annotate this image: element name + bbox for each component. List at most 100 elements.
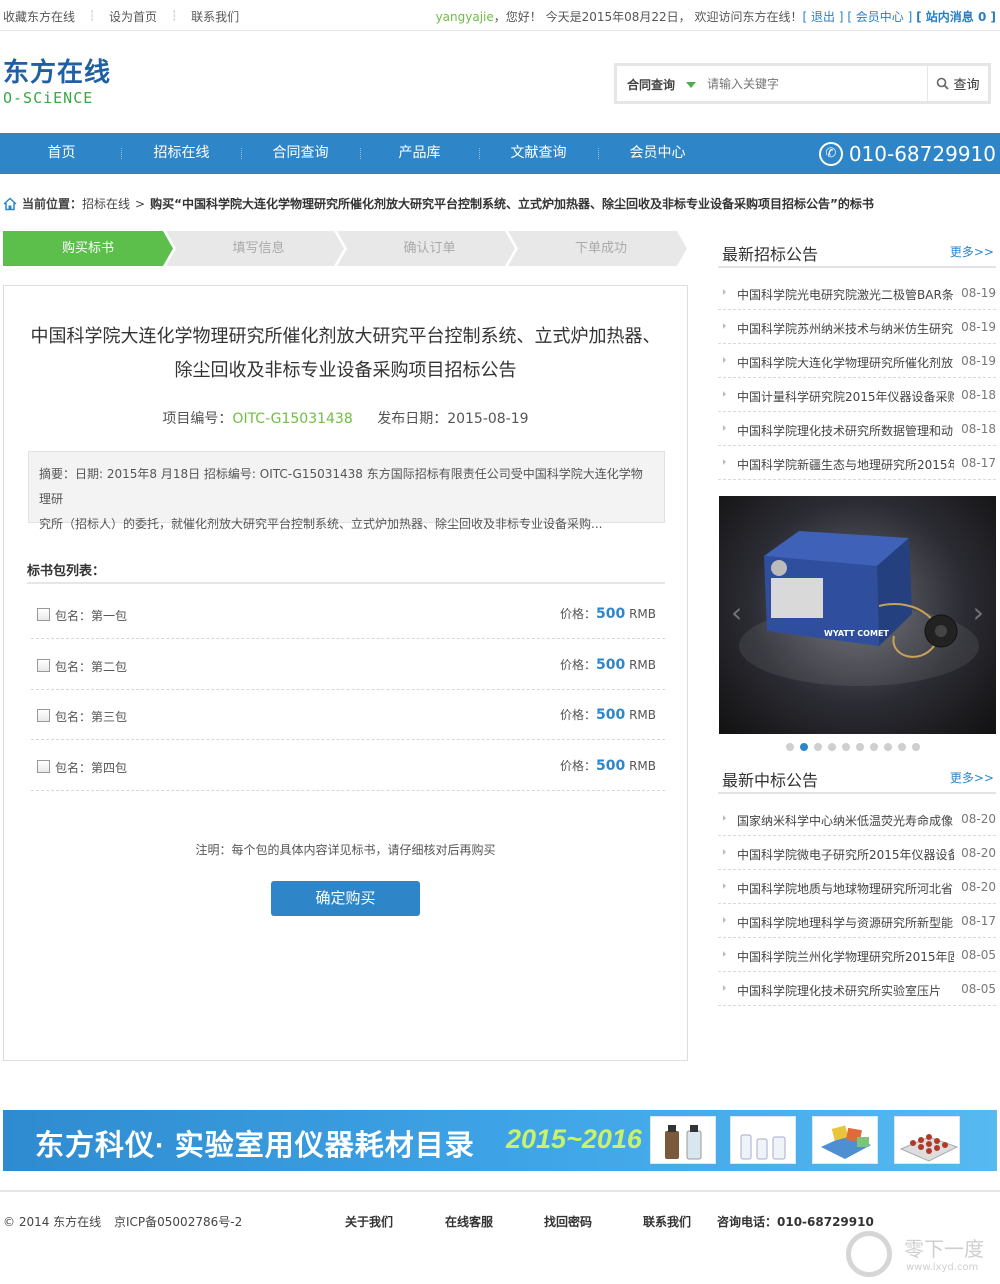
slider-dot[interactable]	[800, 743, 808, 751]
search-input[interactable]	[707, 74, 927, 94]
tender-date: 08-19	[961, 286, 996, 300]
award-date: 08-20	[961, 880, 996, 894]
package-checkbox[interactable]	[37, 760, 50, 773]
bullet-icon	[723, 985, 726, 991]
award-title: 国家纳米科学中心纳米低温荧光寿命成像	[737, 814, 954, 828]
package-name: 包名：第三包	[55, 710, 128, 724]
package-list-heading: 标书包列表：	[27, 564, 106, 579]
divider: ┆	[171, 11, 178, 22]
breadcrumb: 当前位置： 招标在线 > 购买“中国科学院大连化学物理研究所催化剂放大研究平台控…	[3, 195, 874, 212]
breadcrumb-label: 当前位置：	[22, 197, 83, 211]
chevron-down-icon[interactable]	[686, 82, 696, 88]
watermark-url: www.lxyd.com	[906, 1262, 979, 1273]
award-list-item[interactable]: 中国科学院地理科学与资源研究所新型能 08-17	[718, 904, 996, 938]
footer-hotline: 咨询电话：010-68729910	[717, 1215, 874, 1229]
tender-list-item[interactable]: 中国科学院苏州纳米技术与纳米仿生研究 08-19	[718, 310, 996, 344]
latest-tenders-more-link[interactable]: 更多>>	[950, 243, 994, 260]
breadcrumb-current: 购买“中国科学院大连化学物理研究所催化剂放大研究平台控制系统、立式炉加热器、除尘…	[150, 197, 874, 211]
site-logo[interactable]: 东方在线 O-SCiENCE	[3, 58, 143, 110]
project-code: OITC-G15031438	[232, 411, 353, 427]
package-name: 包名：第四包	[55, 761, 128, 775]
nav-item-contracts[interactable]: 合同查询	[241, 133, 360, 174]
greeting-text: ，您好！ 今天是2015年08月22日， 欢迎访问东方在线！	[493, 10, 803, 24]
tender-date: 08-18	[961, 422, 996, 436]
award-list-item[interactable]: 中国科学院地质与地球物理研究所河北省 08-20	[718, 870, 996, 904]
slider-dots	[786, 743, 920, 751]
tender-list-item[interactable]: 中国科学院理化技术研究所数据管理和动 08-18	[718, 412, 996, 446]
slider-dot[interactable]	[884, 743, 892, 751]
tender-title: 中国科学院理化技术研究所数据管理和动	[737, 424, 954, 438]
price-currency: RMB	[629, 708, 656, 722]
tender-title: 中国科学院苏州纳米技术与纳米仿生研究	[737, 322, 954, 336]
user-welcome: yangyajie，您好！ 今天是2015年08月22日， 欢迎访问东方在线！[…	[436, 8, 996, 25]
price-value: 500	[596, 606, 626, 622]
logo-cn: 东方在线	[3, 58, 112, 87]
product-slider[interactable]: WYATT COMET ‹ ›	[719, 496, 996, 734]
award-list-item[interactable]: 中国科学院理化技术研究所实验室压片 08-05	[718, 972, 996, 1006]
slider-prev-icon[interactable]: ‹	[731, 596, 742, 629]
slider-next-icon[interactable]: ›	[973, 596, 984, 629]
latest-tenders-header: 最新招标公告 更多>>	[718, 234, 996, 266]
nav-item-tenders[interactable]: 招标在线	[122, 133, 241, 174]
slider-dot[interactable]	[814, 743, 822, 751]
tender-date: 08-19	[961, 320, 996, 334]
set-homepage-link[interactable]: 设为首页	[109, 8, 157, 25]
footer-about-link[interactable]: 关于我们	[345, 1213, 393, 1230]
search-type-select[interactable]: 合同查询	[627, 76, 675, 93]
slider-dot[interactable]	[828, 743, 836, 751]
tender-list-item[interactable]: 中国科学院光电研究院激光二极管BAR条 08-19	[718, 276, 996, 310]
slider-dot[interactable]	[898, 743, 906, 751]
member-center-link[interactable]: [ 会员中心 ]	[847, 10, 912, 24]
banner-title-text: 实验室用仪器耗材目录	[174, 1130, 475, 1162]
award-list-item[interactable]: 中国科学院兰州化学物理研究所2015年固 08-05	[718, 938, 996, 972]
footer-password-link[interactable]: 找回密码	[544, 1213, 592, 1230]
purchase-steps: 购买标书 填写信息 确认订单 下单成功	[3, 231, 687, 266]
logo-en: O-SCiENCE	[3, 89, 94, 107]
package-price: 价格：500 RMB	[560, 757, 656, 774]
price-currency: RMB	[629, 759, 656, 773]
nav-item-literature[interactable]: 文献查询	[479, 133, 598, 174]
nav-item-home[interactable]: 首页	[2, 133, 121, 174]
slider-dot[interactable]	[786, 743, 794, 751]
tender-list-item[interactable]: 中国科学院大连化学物理研究所催化剂放 08-19	[718, 344, 996, 378]
tender-list-item[interactable]: 中国计量科学研究院2015年仪器设备采购 08-18	[718, 378, 996, 412]
tender-date: 08-19	[961, 354, 996, 368]
price-value: 500	[596, 758, 626, 774]
package-checkbox[interactable]	[37, 659, 50, 672]
award-list-item[interactable]: 国家纳米科学中心纳米低温荧光寿命成像 08-20	[718, 802, 996, 836]
bullet-icon	[723, 425, 726, 431]
username[interactable]: yangyajie	[436, 10, 494, 24]
divider	[0, 1190, 1000, 1192]
slider-dot[interactable]	[912, 743, 920, 751]
nav-item-member[interactable]: 会员中心	[598, 133, 717, 174]
award-list-item[interactable]: 中国科学院微电子研究所2015年仪器设备 08-20	[718, 836, 996, 870]
notice-summary: 摘要：日期: 2015年8 月18日 招标编号: OITC-G15031438 …	[28, 451, 665, 531]
latest-awards-more-link[interactable]: 更多>>	[950, 769, 994, 786]
catalog-banner[interactable]: 东方科仪· 实验室用仪器耗材目录 2015~2016	[3, 1110, 997, 1171]
nav-item-products[interactable]: 产品库	[360, 133, 479, 174]
slider-dot[interactable]	[842, 743, 850, 751]
footer-contact-link[interactable]: 联系我们	[643, 1213, 691, 1230]
package-price: 价格：500 RMB	[560, 605, 656, 622]
footer-support-link[interactable]: 在线客服	[445, 1213, 493, 1230]
search-button[interactable]: 查询	[927, 66, 988, 101]
package-checkbox[interactable]	[37, 709, 50, 722]
price-currency: RMB	[629, 607, 656, 621]
award-date: 08-17	[961, 914, 996, 928]
confirm-purchase-button[interactable]: 确定购买	[271, 881, 420, 916]
contact-link[interactable]: 联系我们	[191, 8, 239, 25]
icp-number[interactable]: 京ICP备05002786号-2	[114, 1213, 242, 1230]
hotline-number: 010-68729910	[848, 141, 996, 166]
bullet-icon	[723, 917, 726, 923]
award-title: 中国科学院理化技术研究所实验室压片	[737, 984, 942, 998]
package-checkbox[interactable]	[37, 608, 50, 621]
watermark: 零下一度 www.lxyd.com	[846, 1229, 996, 1281]
messages-link[interactable]: [ 站内消息 0 ]	[916, 10, 996, 24]
slider-dot[interactable]	[856, 743, 864, 751]
divider	[718, 266, 996, 268]
tender-list-item[interactable]: 中国科学院新疆生态与地理研究所2015年 08-17	[718, 446, 996, 480]
bookmark-link[interactable]: 收藏东方在线	[3, 8, 75, 25]
slider-dot[interactable]	[870, 743, 878, 751]
logout-link[interactable]: [ 退出 ]	[802, 10, 843, 24]
breadcrumb-section[interactable]: 招标在线	[82, 195, 130, 212]
